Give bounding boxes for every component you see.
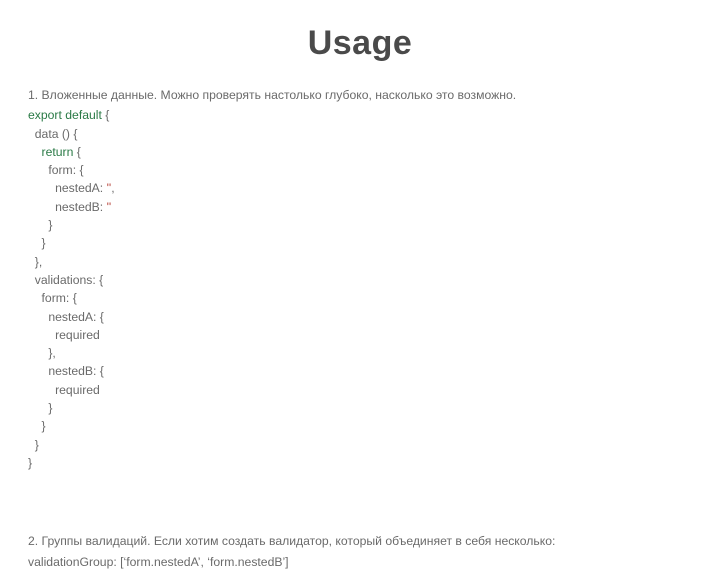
section2-line2: validationGroup: [‘form.nestedA’, ‘form.… [28,553,692,571]
code-text: } [28,419,46,433]
code-text: validations: { [28,273,103,287]
code-text: required [28,383,100,397]
code-text: } [28,401,52,415]
slide: Usage 1. Вложенные данные. Можно проверя… [0,0,720,540]
code-text: , [111,181,114,195]
slide-title: Usage [0,24,720,63]
code-text: }, [28,255,42,269]
code-text: nestedB: [28,200,107,214]
section2: 2. Группы валидаций. Если хотим создать … [28,532,692,571]
code-text: { [102,108,109,122]
code-text: form: { [28,291,77,305]
code-text: } [28,438,39,452]
code-text: { [73,145,80,159]
section2-line1: 2. Группы валидаций. Если хотим создать … [28,532,692,550]
section1-intro: 1. Вложенные данные. Можно проверять нас… [28,86,692,104]
code-keyword: return [42,145,74,159]
code-text: data () { [28,127,77,141]
code-text [28,145,42,159]
code-text: } [28,456,32,470]
code-block: export default { data () { return { form… [28,106,692,472]
code-text: required [28,328,100,342]
code-text: nestedB: { [28,364,104,378]
code-text: form: { [28,163,84,177]
code-string: '' [107,200,112,214]
code-text: } [28,218,52,232]
code-text: }, [28,346,56,360]
code-text: nestedA: [28,181,107,195]
code-text: } [28,236,46,250]
slide-body: 1. Вложенные данные. Можно проверять нас… [28,86,692,573]
code-keyword: export default [28,108,102,122]
code-text: nestedA: { [28,310,104,324]
